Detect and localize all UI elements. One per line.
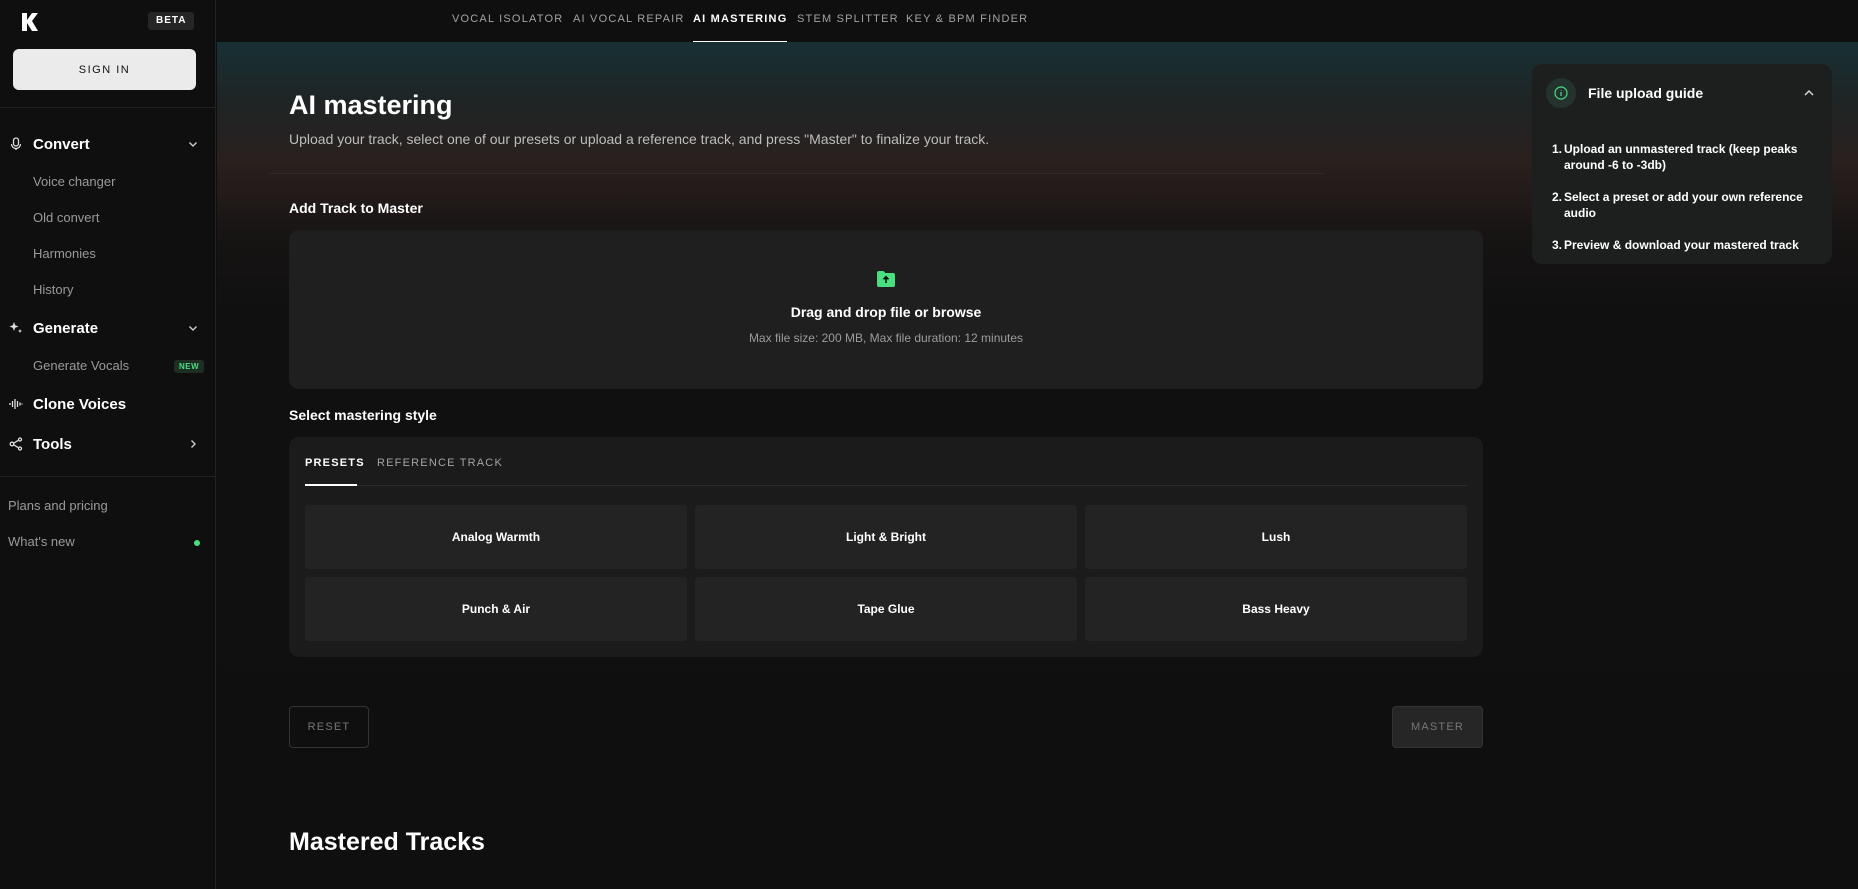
main-content: AI mastering Upload your track, select o… xyxy=(217,42,1858,889)
guide-step: 3. Preview & download your mastered track xyxy=(1552,238,1799,252)
tab-ai-mastering[interactable]: AI MASTERING xyxy=(693,0,788,42)
sidebar-section-label: Convert xyxy=(33,135,90,153)
mastered-tracks-title: Mastered Tracks xyxy=(289,828,485,856)
guide-step-text: Upload an unmastered track (keep peaks a… xyxy=(1564,142,1798,172)
guide-step-text: Preview & download your mastered track xyxy=(1564,238,1799,252)
tab-reference-track[interactable]: REFERENCE TRACK xyxy=(377,457,503,469)
new-badge: NEW xyxy=(174,360,205,373)
dropzone-title[interactable]: Drag and drop file or browse xyxy=(289,304,1483,320)
chevron-down-icon xyxy=(186,321,200,335)
sidebar-section-tools[interactable]: Tools xyxy=(8,433,200,455)
plans-pricing-link[interactable]: Plans and pricing xyxy=(8,498,108,513)
preset-light-bright[interactable]: Light & Bright xyxy=(695,505,1077,569)
top-nav: VOCAL ISOLATOR AI VOCAL REPAIR AI MASTER… xyxy=(216,0,1858,42)
sidebar-section-convert[interactable]: Convert xyxy=(8,133,200,155)
info-icon xyxy=(1546,78,1576,108)
header-divider xyxy=(269,173,1325,174)
sidebar-section-clone-voices[interactable]: Clone Voices xyxy=(8,393,200,415)
sign-in-button[interactable]: SIGN IN xyxy=(13,49,196,90)
notification-dot xyxy=(194,540,200,546)
add-track-label: Add Track to Master xyxy=(289,200,423,216)
page-title: AI mastering xyxy=(289,90,453,120)
sidebar-item-history[interactable]: History xyxy=(33,282,73,297)
sidebar-section-label: Clone Voices xyxy=(33,395,127,413)
reset-button[interactable]: RESET xyxy=(289,706,369,748)
whats-new-link[interactable]: What's new xyxy=(8,534,75,549)
tabs-divider xyxy=(305,485,1467,486)
guide-step: 1. Upload an unmastered track (keep peaks… xyxy=(1552,141,1820,173)
tab-stem-splitter[interactable]: STEM SPLITTER xyxy=(797,0,899,42)
mastering-style-panel: PRESETS REFERENCE TRACK Analog Warmth Li… xyxy=(289,437,1483,657)
beta-badge: BETA xyxy=(148,12,195,30)
guide-steps: 1. Upload an unmastered track (keep peaks… xyxy=(1552,141,1820,269)
master-button[interactable]: MASTER xyxy=(1392,706,1483,748)
sidebar-section-label: Tools xyxy=(33,435,72,453)
logo-icon[interactable] xyxy=(20,12,40,32)
waveform-icon xyxy=(8,396,24,412)
page-subtitle: Upload your track, select one of our pre… xyxy=(289,131,990,147)
sidebar-item-generate-vocals[interactable]: Generate Vocals xyxy=(33,358,129,373)
sparkle-icon xyxy=(8,320,24,336)
preset-bass-heavy[interactable]: Bass Heavy xyxy=(1085,577,1467,641)
preset-punch-air[interactable]: Punch & Air xyxy=(305,577,687,641)
sidebar-item-old-convert[interactable]: Old convert xyxy=(33,210,99,225)
preset-tape-glue[interactable]: Tape Glue xyxy=(695,577,1077,641)
active-tab-indicator xyxy=(305,484,357,486)
tab-presets[interactable]: PRESETS xyxy=(305,457,365,469)
chevron-up-icon[interactable] xyxy=(1802,86,1816,100)
sidebar-section-generate[interactable]: Generate xyxy=(8,317,200,339)
tab-key-bpm-finder[interactable]: KEY & BPM FINDER xyxy=(906,0,1028,42)
tab-vocal-isolator[interactable]: VOCAL ISOLATOR xyxy=(452,0,563,42)
sidebar-item-voice-changer[interactable]: Voice changer xyxy=(33,174,115,189)
mic-icon xyxy=(8,136,24,152)
sidebar: BETA SIGN IN Convert Voice changer Old c… xyxy=(0,0,216,889)
file-upload-guide: File upload guide 1. Upload an unmastered… xyxy=(1532,64,1832,264)
sidebar-item-harmonies[interactable]: Harmonies xyxy=(33,246,96,261)
sidebar-divider xyxy=(0,476,216,477)
preset-lush[interactable]: Lush xyxy=(1085,505,1467,569)
guide-step: 2. Select a preset or add your own refere… xyxy=(1552,189,1820,221)
file-dropzone[interactable]: Drag and drop file or browse Max file si… xyxy=(289,230,1483,389)
tab-ai-vocal-repair[interactable]: AI VOCAL REPAIR xyxy=(573,0,685,42)
mastering-style-label: Select mastering style xyxy=(289,407,437,423)
chevron-down-icon xyxy=(186,137,200,151)
dropzone-limits: Max file size: 200 MB, Max file duration… xyxy=(748,331,1024,345)
folder-upload-icon xyxy=(877,271,895,287)
guide-title: File upload guide xyxy=(1588,85,1704,101)
guide-step-text: Select a preset or add your own referenc… xyxy=(1564,190,1803,220)
app-root: BETA SIGN IN Convert Voice changer Old c… xyxy=(0,0,1858,889)
sidebar-divider xyxy=(0,107,216,108)
tools-icon xyxy=(8,436,24,452)
chevron-right-icon xyxy=(186,437,200,451)
preset-analog-warmth[interactable]: Analog Warmth xyxy=(305,505,687,569)
sidebar-section-label: Generate xyxy=(33,319,99,337)
